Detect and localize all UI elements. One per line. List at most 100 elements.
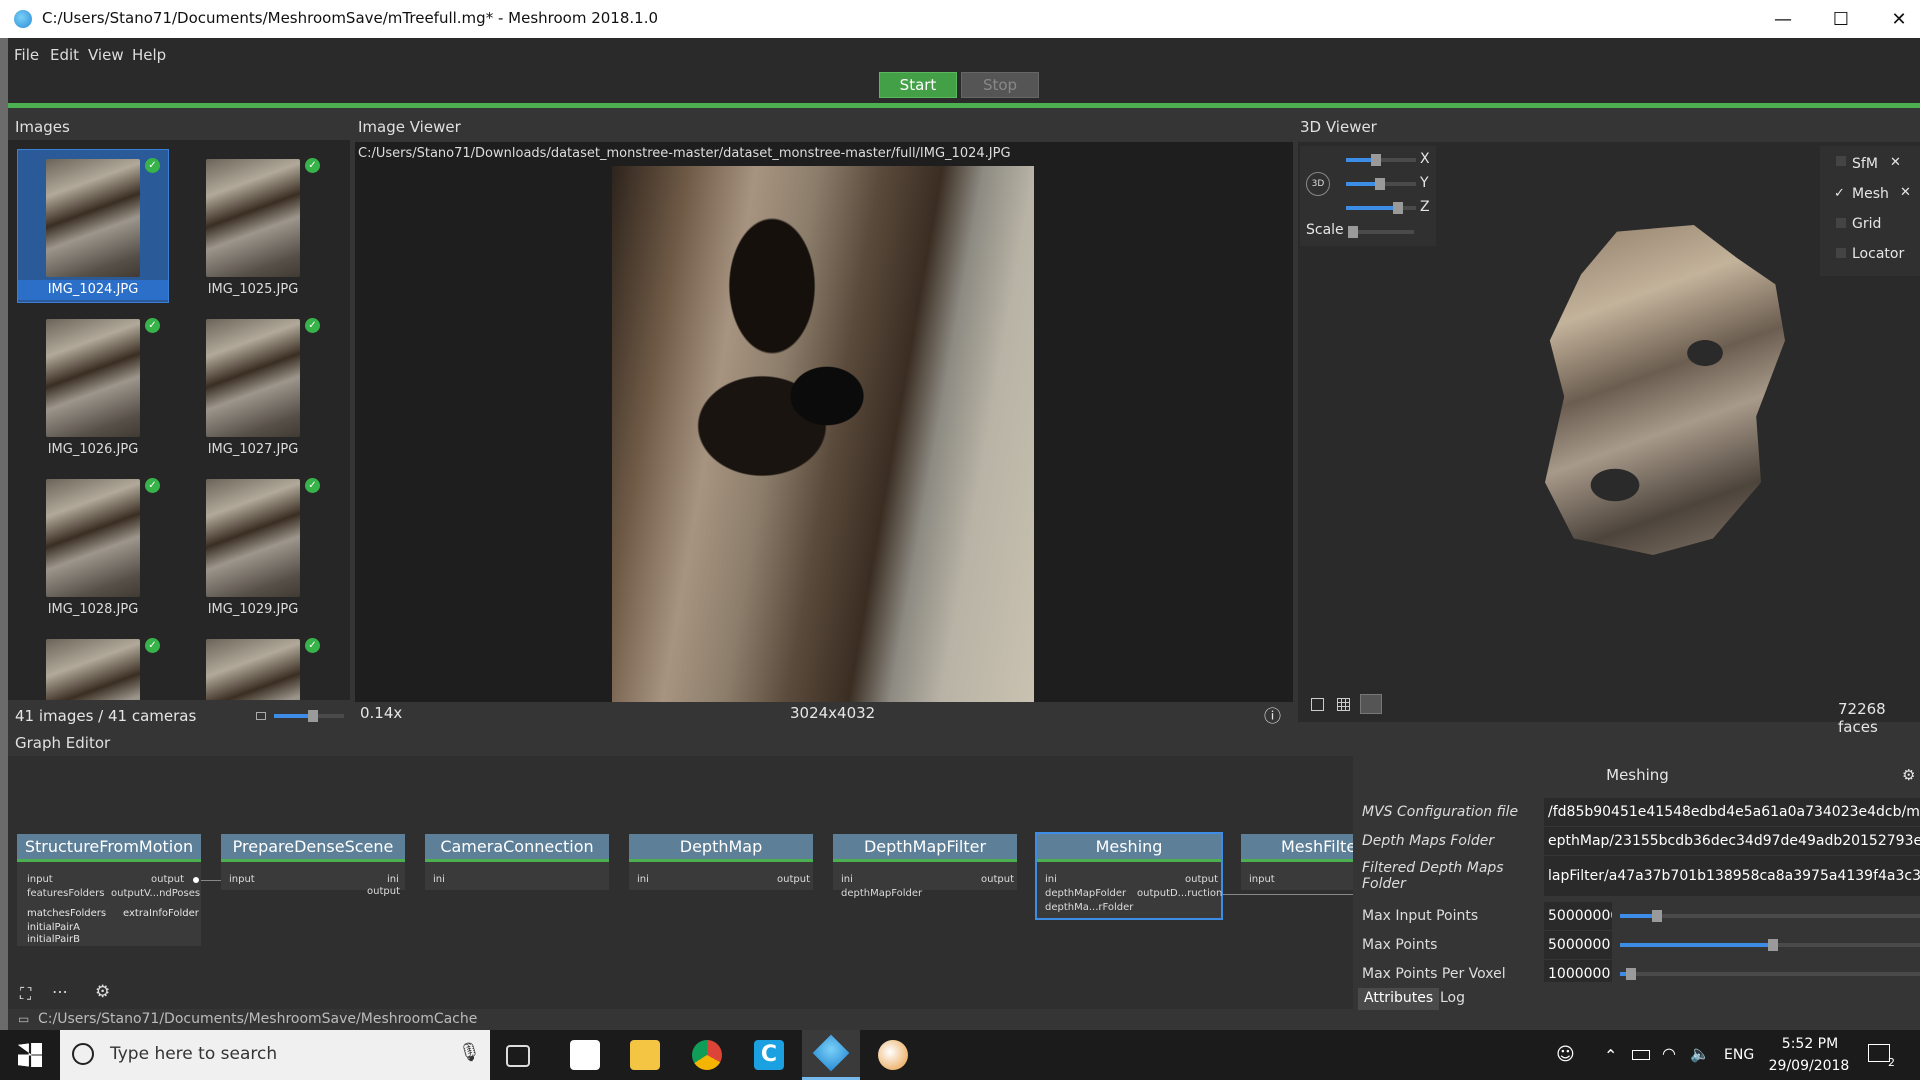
image-path: C:/Users/Stano71/Downloads/dataset_monst… — [358, 146, 1011, 161]
layer-sfm[interactable]: SfM — [1852, 156, 1878, 172]
image-count: 41 images / 41 cameras — [15, 707, 197, 725]
volume-icon[interactable]: 🔈 — [1690, 1044, 1710, 1063]
settings-gear-icon[interactable]: ⚙ — [95, 982, 110, 1002]
node-structurefrommotion[interactable]: StructureFromMotion input featuresFolder… — [17, 834, 201, 906]
attr-value[interactable]: epthMap/23155bcdb36dec34d97de49adb201527… — [1544, 827, 1920, 855]
port-label: outputD...ruction — [1137, 888, 1223, 899]
chevron-up-icon[interactable]: ⌃ — [1604, 1046, 1617, 1065]
textured-view-icon[interactable] — [1360, 694, 1382, 714]
node-meshing[interactable]: Meshing ini depthMapFolder depthMa...rFo… — [1035, 832, 1223, 920]
meshroom-icon — [812, 1034, 850, 1072]
thumbnail-label: IMG_1027.JPG — [207, 442, 299, 457]
notifications-icon[interactable] — [1868, 1044, 1890, 1062]
image-thumbnail[interactable]: ✓ IMG_1029.JPG — [178, 470, 328, 622]
ccleaner-icon[interactable]: C — [754, 1040, 784, 1070]
start-button[interactable]: Start — [879, 72, 957, 98]
max-input-points-slider[interactable] — [1620, 910, 1920, 922]
thumbnail-label: IMG_1028.JPG — [47, 602, 139, 617]
locator-checkbox[interactable] — [1836, 248, 1846, 258]
clock-time[interactable]: 5:52 PM — [1770, 1036, 1850, 1052]
thumbnail-image — [206, 159, 300, 277]
fit-view-icon[interactable]: ⛶ — [20, 984, 31, 1004]
clock-date[interactable]: 29/09/2018 — [1764, 1058, 1854, 1074]
attr-value[interactable]: lapFilter/a47a37b701b138958ca8a3975a4139… — [1544, 856, 1920, 896]
remove-mesh-icon[interactable]: ✕ — [1900, 185, 1911, 200]
image-thumbnail[interactable]: ✓ — [18, 630, 168, 700]
maximize-button[interactable]: ☐ — [1812, 0, 1870, 38]
3d-rotate-icon[interactable]: 3D — [1306, 172, 1330, 196]
y-slider[interactable] — [1346, 178, 1416, 190]
tab-log[interactable]: Log — [1434, 988, 1471, 1010]
close-button[interactable]: ✕ — [1870, 0, 1920, 38]
image-thumbnail[interactable]: ✓ IMG_1024.JPG — [17, 149, 169, 303]
stop-button[interactable]: Stop — [961, 72, 1039, 98]
menu-view[interactable]: View — [88, 46, 124, 64]
meshroom-taskbar-item[interactable] — [802, 1030, 860, 1080]
folder-icon: ▭ — [18, 1012, 30, 1026]
wifi-icon[interactable]: ◠ — [1662, 1044, 1676, 1063]
store-icon[interactable] — [570, 1040, 600, 1070]
attr-settings-icon[interactable]: ⚙ — [1902, 766, 1915, 784]
node-cameraconnection[interactable]: CameraConnection ini — [425, 834, 609, 890]
grid-view-icon[interactable] — [1337, 698, 1350, 711]
max-points-slider[interactable] — [1620, 939, 1920, 951]
mesh-checkbox[interactable]: ✓ — [1834, 186, 1845, 201]
image-thumbnail[interactable]: ✓ IMG_1027.JPG — [178, 310, 328, 462]
attr-value[interactable]: /fd85b90451e41548edbd4e5a61a0a734023e4dc… — [1544, 798, 1920, 826]
node-depthmapfilter[interactable]: DepthMapFilter ini depthMapFolder output — [833, 834, 1017, 899]
thumbnail-label: IMG_1029.JPG — [207, 602, 299, 617]
check-icon: ✓ — [305, 158, 320, 173]
tab-attributes[interactable]: Attributes — [1358, 988, 1440, 1010]
paint-icon[interactable] — [878, 1040, 908, 1070]
file-explorer-icon[interactable] — [630, 1040, 660, 1070]
image-thumbnail[interactable]: ✓ IMG_1026.JPG — [18, 310, 168, 462]
layer-grid[interactable]: Grid — [1852, 216, 1881, 232]
check-icon: ✓ — [145, 318, 160, 333]
chrome-icon[interactable] — [692, 1040, 722, 1070]
image-thumbnail[interactable]: ✓ — [178, 630, 328, 700]
x-slider[interactable] — [1346, 154, 1416, 166]
node-preparedensescene[interactable]: PrepareDenseScene input ini output — [221, 834, 405, 897]
node-meshfilter[interactable]: MeshFilte input — [1241, 834, 1353, 890]
layer-locator[interactable]: Locator — [1852, 246, 1904, 262]
image-thumbnail[interactable]: ✓ IMG_1025.JPG — [178, 150, 328, 302]
image-thumbnail[interactable]: ✓ IMG_1028.JPG — [18, 470, 168, 622]
remove-sfm-icon[interactable]: ✕ — [1890, 155, 1901, 170]
output-port[interactable] — [193, 877, 199, 883]
menu-help[interactable]: Help — [132, 46, 166, 64]
cache-path-bar: ▭ C:/Users/Stano71/Documents/MeshroomSav… — [8, 1010, 1920, 1030]
port-label: outputV...ndPoses — [111, 888, 201, 899]
info-icon[interactable]: ⓘ — [1264, 702, 1281, 727]
attr-value[interactable]: 1000000 — [1544, 960, 1612, 982]
language-indicator[interactable]: ENG — [1724, 1047, 1754, 1063]
sfm-checkbox[interactable] — [1836, 156, 1846, 166]
thumbnail-size-slider[interactable] — [274, 710, 344, 722]
attr-key: Filtered Depth Maps Folder — [1362, 860, 1504, 892]
taskbar-search-input[interactable]: Type here to search 🎙 — [60, 1030, 490, 1080]
z-slider[interactable] — [1346, 202, 1416, 214]
minimize-button[interactable]: — — [1754, 0, 1812, 38]
node-depthmap[interactable]: DepthMap ini output — [629, 834, 813, 890]
grid-checkbox[interactable] — [1836, 218, 1846, 228]
layout-icon[interactable]: ⋯ — [52, 982, 68, 1001]
microphone-icon[interactable]: 🎙 — [458, 1042, 481, 1063]
solid-view-icon[interactable] — [1311, 698, 1324, 711]
attr-row: Max Points Per Voxel 1000000 — [1362, 960, 1920, 982]
attr-value[interactable]: 50000000 — [1544, 902, 1612, 930]
thumbnail-label: IMG_1025.JPG — [207, 282, 299, 297]
menu-edit[interactable]: Edit — [50, 46, 79, 64]
port-label: ini — [387, 874, 399, 885]
image-resolution: 3024x4032 — [790, 704, 876, 722]
thumbnail-image — [46, 479, 140, 597]
port-label: depthMapFolder — [1045, 888, 1127, 899]
battery-icon[interactable] — [1632, 1050, 1650, 1060]
people-icon[interactable]: ☺ — [1556, 1044, 1575, 1065]
task-view-icon[interactable] — [506, 1045, 530, 1067]
search-placeholder: Type here to search — [110, 1044, 278, 1064]
attr-value[interactable]: 5000000 — [1544, 931, 1612, 959]
port-label: ini — [841, 874, 853, 885]
max-points-per-voxel-slider[interactable] — [1620, 968, 1920, 980]
layer-mesh[interactable]: Mesh — [1852, 186, 1889, 202]
scale-slider[interactable] — [1348, 226, 1414, 238]
menu-file[interactable]: File — [14, 46, 39, 64]
